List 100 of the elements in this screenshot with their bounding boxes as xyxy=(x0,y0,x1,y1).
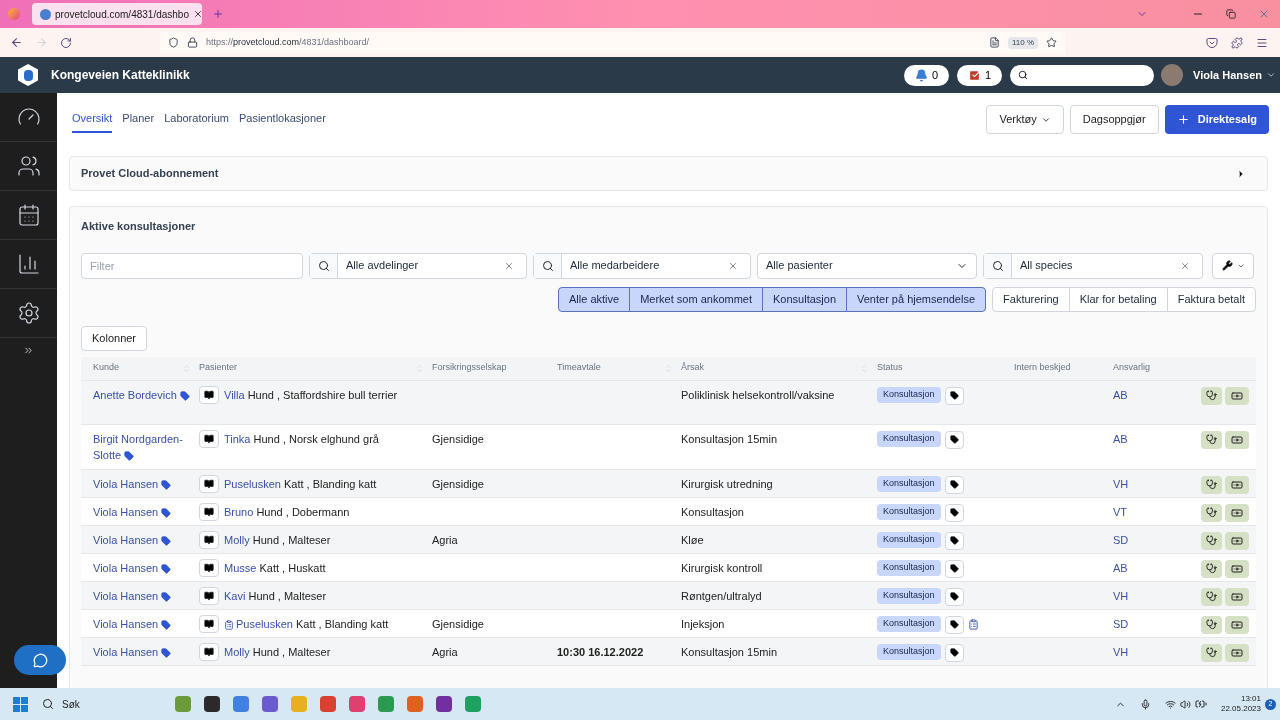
tag-button[interactable] xyxy=(944,587,964,606)
payment-button[interactable] xyxy=(1225,643,1249,662)
battery-icon[interactable] xyxy=(1194,698,1207,710)
tag-button[interactable] xyxy=(944,643,964,662)
filter-field[interactable]: Filter xyxy=(81,252,303,279)
start-icon[interactable] xyxy=(13,696,28,712)
patient-link[interactable]: Molly xyxy=(224,533,250,546)
examine-button[interactable] xyxy=(1201,503,1222,522)
examine-button[interactable] xyxy=(1201,430,1222,449)
clear-icon[interactable] xyxy=(1180,260,1190,271)
patient-record-button[interactable] xyxy=(199,474,219,493)
back-icon[interactable] xyxy=(10,36,23,49)
client-link[interactable]: Viola Hansen xyxy=(93,503,195,520)
client-link[interactable]: Viola Hansen xyxy=(93,643,195,660)
restore-icon[interactable] xyxy=(1226,9,1236,19)
chat-button[interactable] xyxy=(14,645,66,675)
responsible-link[interactable]: VH xyxy=(1113,589,1129,602)
payment-button[interactable] xyxy=(1225,587,1249,606)
responsible-link[interactable]: VH xyxy=(1113,477,1129,490)
column-header[interactable]: Intern beskjed xyxy=(1014,356,1113,380)
wifi-icon[interactable] xyxy=(1164,698,1176,710)
examine-button[interactable] xyxy=(1201,531,1222,550)
tasks-button[interactable]: 1 xyxy=(957,64,1003,86)
payment-button[interactable] xyxy=(1225,559,1249,578)
bookmark-icon[interactable] xyxy=(1046,37,1057,48)
zoom-level[interactable]: 110 % xyxy=(1007,36,1038,49)
tag-button[interactable] xyxy=(944,430,964,449)
patient-record-button[interactable] xyxy=(199,429,219,448)
wrench-dropdown[interactable] xyxy=(1212,252,1254,279)
status-filter-button[interactable]: Faktura betalt xyxy=(1166,286,1256,312)
tag-button[interactable] xyxy=(944,503,964,522)
payment-button[interactable] xyxy=(1225,615,1249,634)
column-header[interactable]: Ansvarlig xyxy=(1113,356,1201,380)
search-field[interactable] xyxy=(1010,64,1155,86)
examine-button[interactable] xyxy=(1201,615,1222,634)
patient-record-button[interactable] xyxy=(199,586,219,605)
reload-icon[interactable] xyxy=(60,36,72,49)
client-link[interactable]: Viola Hansen xyxy=(93,531,195,548)
patient-record-button[interactable] xyxy=(199,502,219,521)
pocket-icon[interactable] xyxy=(1206,36,1218,49)
examine-button[interactable] xyxy=(1201,643,1222,662)
responsible-link[interactable]: SD xyxy=(1113,533,1129,546)
extensions-icon[interactable] xyxy=(1231,36,1243,49)
patient-link[interactable]: Musse xyxy=(224,561,257,574)
browser-tab[interactable]: provetcloud.com/4831/dashbo xyxy=(32,3,202,25)
payment-button[interactable] xyxy=(1225,430,1249,449)
responsible-link[interactable]: AB xyxy=(1113,561,1128,574)
examine-button[interactable] xyxy=(1201,386,1222,405)
patient-record-button[interactable] xyxy=(199,530,219,549)
menu-icon[interactable] xyxy=(1256,36,1268,49)
nav-tab[interactable]: Planer xyxy=(122,106,155,133)
tools-dropdown[interactable]: Verktøy xyxy=(986,105,1064,134)
settings-icon[interactable] xyxy=(16,301,41,325)
subscription-panel[interactable]: Provet Cloud-abonnement xyxy=(69,156,1268,191)
responsible-link[interactable]: VT xyxy=(1113,505,1128,518)
column-header[interactable]: Årsak xyxy=(681,356,877,380)
patient-link[interactable]: Kavi xyxy=(224,589,246,602)
column-header[interactable]: Kunde xyxy=(93,356,199,380)
examine-button[interactable] xyxy=(1201,559,1222,578)
client-link[interactable]: Viola Hansen xyxy=(93,475,195,492)
patient-record-button[interactable] xyxy=(199,614,219,633)
client-link[interactable]: Birgit Nordgarden-Slotte xyxy=(93,430,195,463)
patient-link[interactable]: Tinka xyxy=(224,432,251,445)
client-link[interactable]: Viola Hansen xyxy=(93,587,195,604)
reader-view-icon[interactable] xyxy=(988,37,1000,48)
payment-button[interactable] xyxy=(1225,503,1249,522)
responsible-link[interactable]: AB xyxy=(1113,388,1128,401)
column-header[interactable]: Status xyxy=(877,356,1014,380)
columns-button[interactable]: Kolonner xyxy=(81,325,148,351)
search-select[interactable]: Alle medarbeidere xyxy=(533,252,751,279)
taskbar-app-icon[interactable] xyxy=(262,696,278,712)
payment-button[interactable] xyxy=(1225,531,1249,550)
patient-link[interactable]: Villa xyxy=(224,388,245,401)
clear-icon[interactable] xyxy=(728,260,738,271)
responsible-link[interactable]: AB xyxy=(1113,432,1128,445)
taskbar-app-icon[interactable] xyxy=(204,696,220,712)
status-filter-button[interactable]: Merket som ankommet xyxy=(629,286,763,312)
status-filter-button[interactable]: Fakturering xyxy=(992,286,1070,312)
examine-button[interactable] xyxy=(1201,587,1222,606)
close-tab-icon[interactable] xyxy=(193,9,203,19)
status-filter-button[interactable]: Alle aktive xyxy=(558,286,631,312)
calendar-icon[interactable] xyxy=(16,203,41,227)
patient-link[interactable]: Puselusken xyxy=(236,617,293,630)
responsible-link[interactable]: VH xyxy=(1113,645,1129,658)
url-field[interactable]: https://provetcloud.com/4831/dashboard/ 110 % xyxy=(160,31,1065,54)
client-link[interactable]: Viola Hansen xyxy=(93,559,195,576)
user-menu[interactable]: Viola Hansen xyxy=(1193,66,1276,84)
status-filter-button[interactable]: Konsultasjon xyxy=(762,286,847,312)
responsible-link[interactable]: SD xyxy=(1113,617,1129,630)
tag-button[interactable] xyxy=(944,475,964,494)
notifications-button[interactable]: 0 xyxy=(904,64,950,86)
search-select[interactable]: All species xyxy=(983,252,1203,279)
column-header[interactable]: Pasienter xyxy=(199,356,432,380)
search-select[interactable]: Alle avdelinger xyxy=(309,252,527,279)
clear-icon[interactable] xyxy=(504,260,514,271)
settlement-button[interactable]: Dagsoppgjør xyxy=(1069,105,1159,134)
patient-record-button[interactable] xyxy=(199,558,219,577)
status-filter-button[interactable]: Venter på hjemsendelse xyxy=(846,286,987,312)
tag-button[interactable] xyxy=(944,531,964,550)
tag-button[interactable] xyxy=(944,615,964,634)
